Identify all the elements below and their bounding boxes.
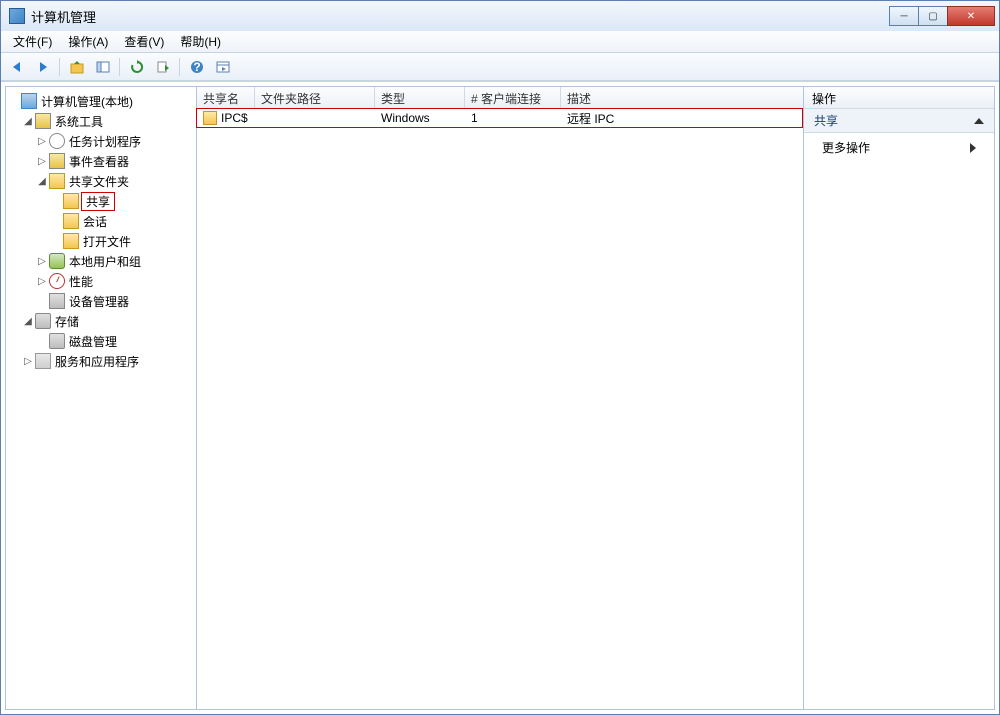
- content-area: 计算机管理(本地) ◢系统工具 ▷任务计划程序 ▷事件查看器 ◢共享文件夹 共享…: [1, 81, 999, 714]
- clock-icon: [49, 133, 65, 149]
- tree-event-viewer[interactable]: ▷事件查看器: [36, 151, 194, 171]
- tree-shares[interactable]: 共享: [50, 191, 194, 211]
- collapse-icon[interactable]: ◢: [36, 176, 48, 187]
- storage-icon: [35, 313, 51, 329]
- title-bar[interactable]: 计算机管理 ─ ▢ ✕: [1, 1, 999, 31]
- cell-client-connections: 1: [465, 109, 561, 127]
- col-client-connections[interactable]: # 客户端连接: [465, 87, 561, 108]
- cell-share-name: IPC$: [197, 109, 255, 127]
- tree-device-manager[interactable]: 设备管理器: [36, 291, 194, 311]
- actions-section-share[interactable]: 共享: [804, 109, 994, 133]
- expand-icon[interactable]: ▷: [22, 356, 34, 367]
- menu-bar: 文件(F) 操作(A) 查看(V) 帮助(H): [1, 31, 999, 53]
- svg-text:?: ?: [193, 60, 200, 74]
- tools-icon: [35, 113, 51, 129]
- device-manager-icon: [49, 293, 65, 309]
- tree-sessions[interactable]: 会话: [50, 211, 194, 231]
- properties-button[interactable]: [211, 56, 235, 78]
- open-files-icon: [63, 233, 79, 249]
- window-title: 计算机管理: [31, 7, 890, 26]
- tree-pane[interactable]: 计算机管理(本地) ◢系统工具 ▷任务计划程序 ▷事件查看器 ◢共享文件夹 共享…: [5, 86, 197, 710]
- show-hide-pane-button[interactable]: [91, 56, 115, 78]
- menu-help[interactable]: 帮助(H): [174, 31, 227, 52]
- share-row-ipc[interactable]: IPC$ Windows 1 远程 IPC: [196, 108, 803, 128]
- disk-icon: [49, 333, 65, 349]
- collapse-icon[interactable]: ◢: [22, 116, 34, 127]
- tree-shared-folders[interactable]: ◢共享文件夹: [36, 171, 194, 191]
- event-viewer-icon: [49, 153, 65, 169]
- computer-management-window: 计算机管理 ─ ▢ ✕ 文件(F) 操作(A) 查看(V) 帮助(H) ? 计算…: [0, 0, 1000, 715]
- actions-pane: 操作 共享 更多操作: [803, 86, 995, 710]
- performance-icon: [49, 273, 65, 289]
- minimize-button[interactable]: ─: [889, 6, 919, 26]
- expand-icon[interactable]: ▷: [36, 156, 48, 167]
- tree-open-files[interactable]: 打开文件: [50, 231, 194, 251]
- maximize-button[interactable]: ▢: [918, 6, 948, 26]
- menu-view[interactable]: 查看(V): [118, 31, 170, 52]
- back-button[interactable]: [5, 56, 29, 78]
- toolbar-divider: [117, 56, 123, 78]
- users-icon: [49, 253, 65, 269]
- tree-task-scheduler[interactable]: ▷任务计划程序: [36, 131, 194, 151]
- cell-description: 远程 IPC: [561, 108, 802, 129]
- col-share-name[interactable]: 共享名: [197, 87, 255, 108]
- col-type[interactable]: 类型: [375, 87, 465, 108]
- cell-type: Windows: [375, 109, 465, 127]
- menu-action[interactable]: 操作(A): [62, 31, 114, 52]
- console-tree: 计算机管理(本地) ◢系统工具 ▷任务计划程序 ▷事件查看器 ◢共享文件夹 共享…: [6, 87, 196, 375]
- export-list-button[interactable]: [151, 56, 175, 78]
- col-description[interactable]: 描述: [561, 87, 803, 108]
- actions-title: 操作: [804, 87, 994, 109]
- list-header: 共享名 文件夹路径 类型 # 客户端连接 描述: [197, 87, 803, 109]
- shares-icon: [63, 193, 79, 209]
- chevron-right-icon: [970, 143, 976, 153]
- toolbar: ?: [1, 53, 999, 81]
- help-button[interactable]: ?: [185, 56, 209, 78]
- expand-icon[interactable]: ▷: [36, 256, 48, 267]
- more-actions[interactable]: 更多操作: [804, 133, 994, 162]
- tree-system-tools[interactable]: ◢系统工具: [22, 111, 194, 131]
- tree-storage[interactable]: ◢存储: [22, 311, 194, 331]
- tree-performance[interactable]: ▷性能: [36, 271, 194, 291]
- collapse-icon: [974, 118, 984, 124]
- cell-folder-path: [255, 116, 375, 120]
- menu-file[interactable]: 文件(F): [7, 31, 58, 52]
- tree-disk-management[interactable]: 磁盘管理: [36, 331, 194, 351]
- collapse-icon[interactable]: ◢: [22, 316, 34, 327]
- share-icon: [203, 111, 217, 125]
- tree-services-apps[interactable]: ▷服务和应用程序: [22, 351, 194, 371]
- forward-button[interactable]: [31, 56, 55, 78]
- toolbar-divider: [57, 56, 63, 78]
- expand-icon[interactable]: ▷: [36, 136, 48, 147]
- tree-root[interactable]: 计算机管理(本地): [8, 91, 194, 111]
- col-folder-path[interactable]: 文件夹路径: [255, 87, 375, 108]
- toolbar-divider: [177, 56, 183, 78]
- window-controls: ─ ▢ ✕: [890, 6, 995, 26]
- tree-local-users[interactable]: ▷本地用户和组: [36, 251, 194, 271]
- details-pane: 共享名 文件夹路径 类型 # 客户端连接 描述 IPC$ Windows 1 远…: [196, 86, 804, 710]
- refresh-button[interactable]: [125, 56, 149, 78]
- folder-icon: [49, 173, 65, 189]
- app-icon: [9, 8, 25, 24]
- computer-icon: [21, 93, 37, 109]
- up-button[interactable]: [65, 56, 89, 78]
- sessions-icon: [63, 213, 79, 229]
- services-icon: [35, 353, 51, 369]
- expand-icon[interactable]: ▷: [36, 276, 48, 287]
- close-button[interactable]: ✕: [947, 6, 995, 26]
